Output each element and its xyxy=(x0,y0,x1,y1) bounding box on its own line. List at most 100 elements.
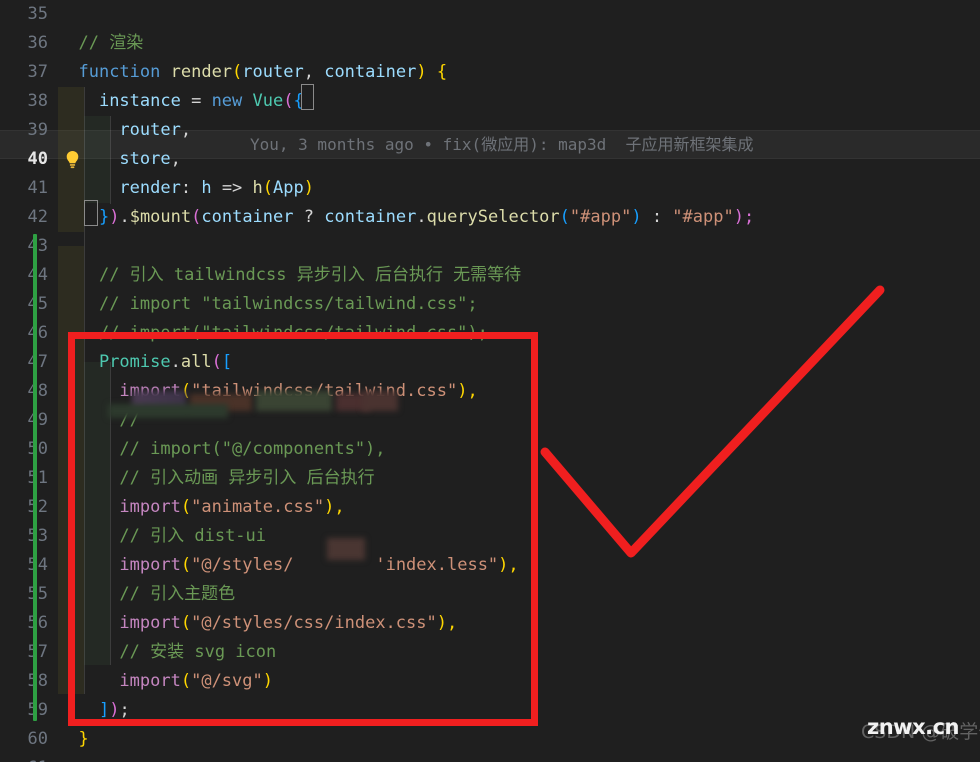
code-token: h xyxy=(201,178,212,198)
line-number-50[interactable]: 50 xyxy=(0,435,48,464)
line-number-44[interactable]: 44 xyxy=(0,261,48,290)
code-token: "@/styles/ xyxy=(191,555,294,575)
line-number-59[interactable]: 59 xyxy=(0,696,48,725)
line-number-40[interactable]: 40 xyxy=(0,145,48,174)
code-token: // 引入动画 异步引入 后台执行 xyxy=(119,468,375,488)
code-line-37[interactable]: function render(router, container) { xyxy=(58,58,447,87)
line-number-55[interactable]: 55 xyxy=(0,580,48,609)
code-token: ( xyxy=(559,207,570,227)
line-number-60[interactable]: 60 xyxy=(0,725,48,754)
code-token: import xyxy=(119,671,181,691)
code-token: instance xyxy=(98,91,181,111)
code-line-38[interactable]: instance = new Vue({ xyxy=(58,87,304,116)
line-number-39[interactable]: 39 xyxy=(0,116,48,145)
code-token: ( xyxy=(191,207,202,227)
code-token: , xyxy=(467,381,478,401)
code-line-39[interactable]: router, xyxy=(58,116,191,145)
code-token: "@/styles/css/index.css" xyxy=(191,613,437,633)
code-line-57[interactable]: // 安装 svg icon xyxy=(58,638,276,667)
line-number-36[interactable]: 36 xyxy=(0,29,48,58)
git-blame-annotation[interactable]: You, 3 months ago • fix(微应用): map3d 子应用新… xyxy=(250,130,754,159)
redacted-region-line49-f xyxy=(108,404,228,418)
line-number-45[interactable]: 45 xyxy=(0,290,48,319)
line-number-35[interactable]: 35 xyxy=(0,0,48,29)
code-line-60[interactable]: } xyxy=(58,725,88,754)
code-content[interactable]: // 渲染 function render(router, container)… xyxy=(58,0,980,762)
code-token: router xyxy=(119,120,181,140)
code-token: , xyxy=(170,149,181,169)
code-token: { xyxy=(436,62,448,82)
line-number-43[interactable]: 43 xyxy=(0,232,48,261)
line-number-38[interactable]: 38 xyxy=(0,87,48,116)
code-token: , xyxy=(180,120,192,140)
line-number-48[interactable]: 48 xyxy=(0,377,48,406)
code-token: h xyxy=(252,178,263,198)
code-token: render xyxy=(119,178,181,198)
code-line-45[interactable]: // import "tailwindcss/tailwind.css"; xyxy=(58,290,478,319)
line-number-37[interactable]: 37 xyxy=(0,58,48,87)
line-number-46[interactable]: 46 xyxy=(0,319,48,348)
line-number-47[interactable]: 47 xyxy=(0,348,48,377)
code-line-47[interactable]: Promise.all([ xyxy=(58,348,232,377)
line-number-51[interactable]: 51 xyxy=(0,464,48,493)
line-number-57[interactable]: 57 xyxy=(0,638,48,667)
code-line-51[interactable]: // 引入动画 异步引入 后台执行 xyxy=(58,464,375,493)
code-token: . xyxy=(119,207,130,227)
git-change-bar[interactable] xyxy=(33,234,37,721)
line-number-41[interactable]: 41 xyxy=(0,174,48,203)
code-token: import xyxy=(119,613,181,633)
bracket-match-close xyxy=(84,200,98,226)
code-line-53[interactable]: // 引入 dist-ui xyxy=(58,522,266,551)
code-token: ( xyxy=(232,62,243,82)
line-number-42[interactable]: 42 xyxy=(0,203,48,232)
code-token: ? xyxy=(293,207,325,227)
code-line-54[interactable]: import("@/styles/ 'index.less"), xyxy=(58,551,519,580)
line-number-49[interactable]: 49 xyxy=(0,406,48,435)
code-token: querySelector xyxy=(426,207,560,227)
line-number-54[interactable]: 54 xyxy=(0,551,48,580)
line-number-53[interactable]: 53 xyxy=(0,522,48,551)
code-line-50[interactable]: // import("@/components"), xyxy=(58,435,385,464)
code-token: $mount xyxy=(129,207,192,227)
redacted-region-line54 xyxy=(327,538,365,560)
code-editor[interactable]: 35 36 37 38 39 40 41 42 43 44 45 46 47 48 49 50 51 52 53 54… xyxy=(0,0,980,762)
code-token: all xyxy=(180,352,212,372)
code-line-41[interactable]: render: h => h(App) xyxy=(58,174,314,203)
code-line-42[interactable]: }).$mount(container ? container.querySel… xyxy=(58,203,754,232)
code-token: render xyxy=(170,62,233,82)
code-token: ( xyxy=(262,178,274,198)
code-token: , xyxy=(508,555,519,575)
editor-gutter[interactable]: 35 36 37 38 39 40 41 42 43 44 45 46 47 48 49 50 51 52 53 54… xyxy=(0,0,58,762)
lightbulb-icon[interactable] xyxy=(62,145,82,174)
code-token: , xyxy=(446,613,458,633)
code-token: ( xyxy=(180,671,192,691)
line-number-56[interactable]: 56 xyxy=(0,609,48,638)
code-line-56[interactable]: import("@/styles/css/index.css"), xyxy=(58,609,457,638)
code-token: [ xyxy=(221,352,233,372)
code-token: ) xyxy=(457,381,468,401)
code-line-58[interactable]: import("@/svg") xyxy=(58,667,273,696)
code-token: ) xyxy=(416,62,427,82)
code-line-36[interactable]: // 渲染 xyxy=(58,29,143,58)
code-line-44[interactable]: // 引入 tailwindcss 异步引入 后台执行 无需等待 xyxy=(58,261,521,290)
code-token: ( xyxy=(180,497,192,517)
code-token: . xyxy=(170,352,181,372)
line-number-61[interactable]: 61 xyxy=(0,754,48,762)
code-token: "#app" xyxy=(569,207,632,227)
code-line-46[interactable]: // import("tailwindcss/tailwind.css"); xyxy=(58,319,488,348)
code-token: // import "tailwindcss/tailwind.css"; xyxy=(98,294,478,314)
line-number-52[interactable]: 52 xyxy=(0,493,48,522)
code-line-52[interactable]: import("animate.css"), xyxy=(58,493,344,522)
code-line-59[interactable]: ]); xyxy=(58,696,130,725)
line-number-58[interactable]: 58 xyxy=(0,667,48,696)
code-token: ] xyxy=(98,700,110,720)
code-line-55[interactable]: // 引入主题色 xyxy=(58,580,235,609)
code-token: // import("tailwindcss/tailwind.css"); xyxy=(98,323,488,343)
